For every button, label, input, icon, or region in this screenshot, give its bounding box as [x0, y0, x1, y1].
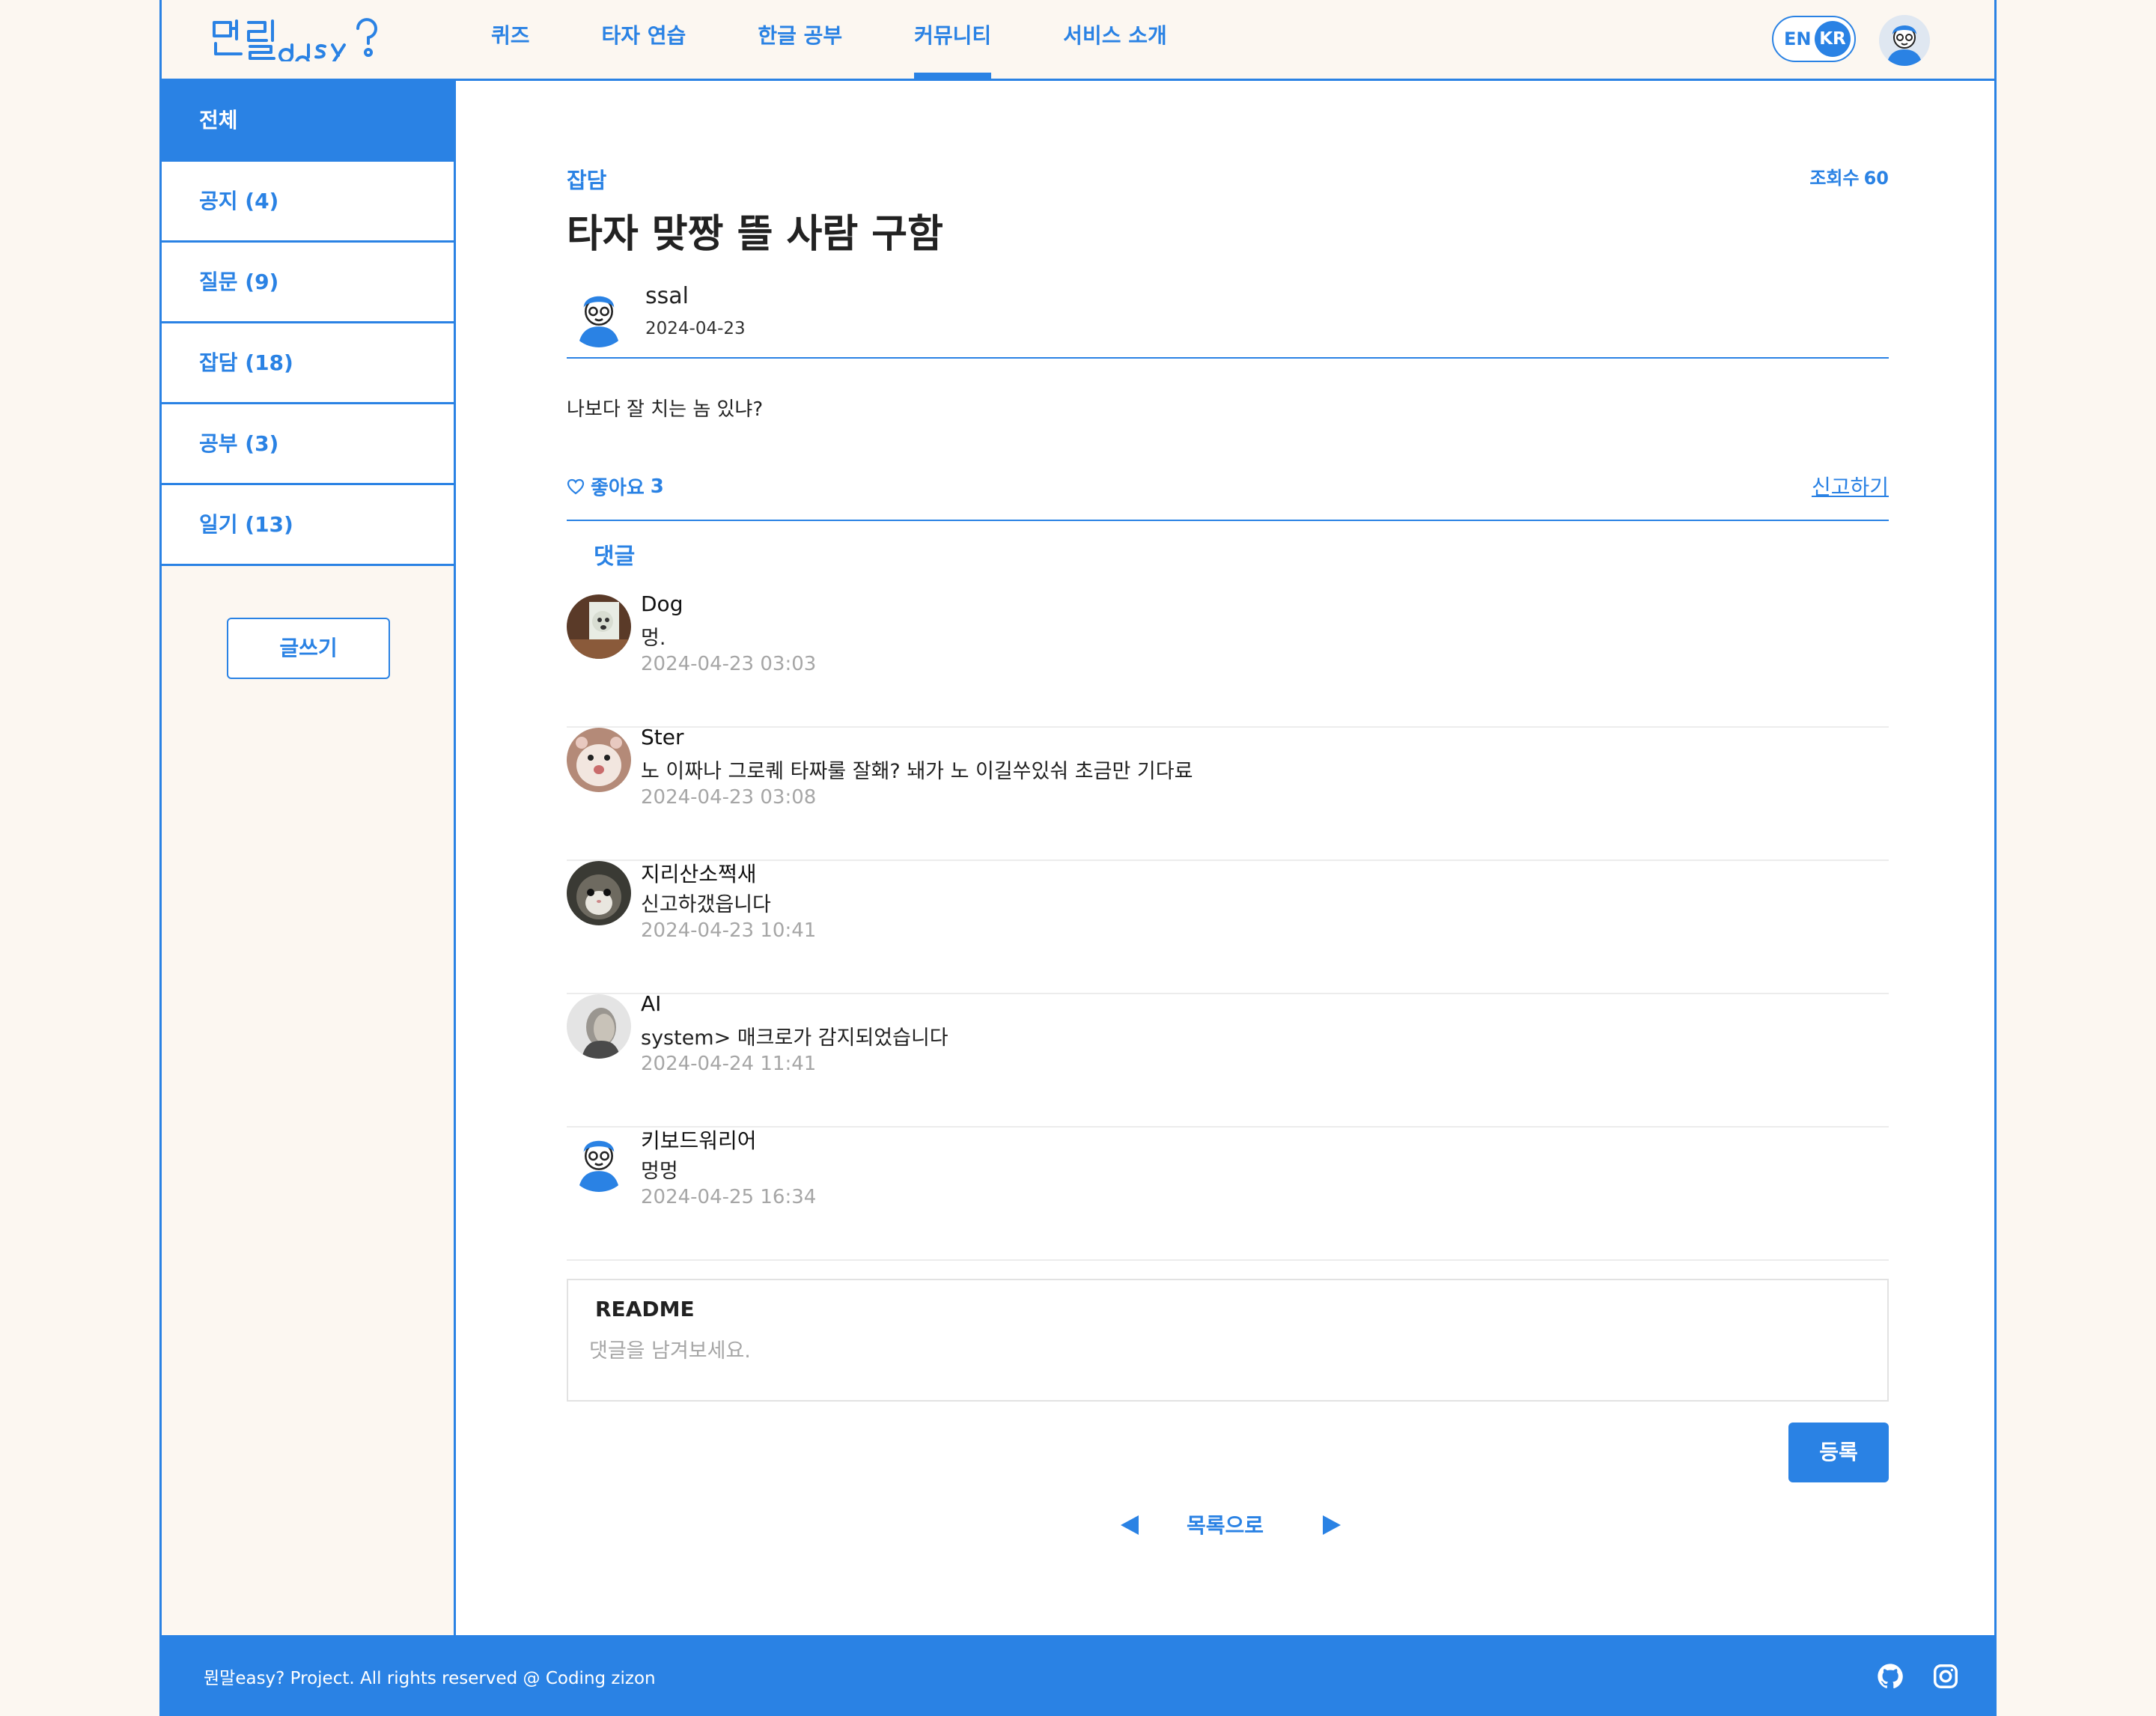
main-nav: 퀴즈 타자 연습 한글 공부 커뮤니티 서비스 소개	[491, 0, 1239, 79]
lang-kr-option[interactable]: KR	[1815, 21, 1851, 57]
nav-typing-practice[interactable]: 타자 연습	[602, 0, 686, 79]
author-avatar[interactable]	[567, 283, 631, 347]
next-post-icon[interactable]	[1323, 1515, 1341, 1535]
post-pager: 목록으로	[567, 1506, 1889, 1544]
comment-text: system> 매크로가 감지되었습니다	[641, 1026, 948, 1050]
category-sidebar: 전체 공지 (4) 질문 (9) 잡담 (18) 공부 (3) 일기 (13) …	[162, 81, 456, 1635]
nav-hangul-study[interactable]: 한글 공부	[758, 0, 842, 79]
mascot-icon	[567, 283, 631, 347]
comment-text: 멍.	[641, 627, 666, 650]
mascot-icon	[567, 1128, 631, 1192]
footer-copyright: 뭔말easy? Project. All rights reserved @ C…	[204, 1669, 656, 1688]
comment-item: 지리산소쩍새 신고하갰읍니다 2024-04-23 10:41	[567, 861, 1889, 994]
comment-text: 신고하갰읍니다	[641, 893, 771, 916]
comment-list: Dog 멍. 2024-04-23 03:03 Ster 노 이짜나 그로퀘 타…	[567, 591, 1889, 1261]
sidebar-item-all[interactable]: 전체	[162, 81, 454, 162]
comment-user[interactable]: Dog	[641, 591, 683, 616]
cat-avatar[interactable]	[567, 861, 631, 925]
write-post-button[interactable]: 글쓰기	[227, 618, 390, 679]
sidebar-item-study[interactable]: 공부 (3)	[162, 404, 454, 485]
post-detail: 잡담 조회수 60 타자 맞짱 뜰 사람 구함 ssal 2024-04-23 나…	[456, 81, 1994, 1635]
comment-text: 노 이짜나 그로퀘 타짜룰 잘홰? 놰가 노 이길쑤있숴 초금만 기다료	[641, 760, 1193, 783]
comment-user[interactable]: 키보드워리어	[641, 1125, 757, 1154]
mascot-avatar[interactable]	[567, 1128, 631, 1192]
sidebar-item-chat[interactable]: 잡담 (18)	[162, 323, 454, 404]
comment-item: AI system> 매크로가 감지되었습니다 2024-04-24 11:41	[567, 991, 1889, 1128]
comment-input[interactable]	[589, 1328, 1862, 1373]
author-name[interactable]: ssal	[645, 283, 689, 309]
like-button[interactable]: 좋아요 3	[567, 472, 664, 500]
language-toggle[interactable]: EN KR	[1772, 16, 1856, 62]
view-count: 조회수 60	[1809, 168, 1889, 189]
submit-comment-button[interactable]: 등록	[1788, 1423, 1889, 1482]
comment-date: 2024-04-24 11:41	[641, 1053, 817, 1075]
post-title: 타자 맞짱 뜰 사람 구함	[567, 212, 943, 257]
prev-post-icon[interactable]	[1121, 1515, 1139, 1535]
comment-text: 멍멍	[641, 1160, 678, 1183]
comment-item: Ster 노 이짜나 그로퀘 타짜룰 잘홰? 놰가 노 이길쑤있숴 초금만 기다…	[567, 725, 1889, 861]
comment-date: 2024-04-23 03:08	[641, 786, 817, 809]
sidebar-item-diary[interactable]: 일기 (13)	[162, 485, 454, 566]
hamster-avatar[interactable]	[567, 728, 631, 792]
heart-icon	[567, 478, 585, 494]
post-date: 2024-04-23	[645, 319, 746, 338]
comment-user[interactable]: AI	[641, 991, 661, 1016]
post-body: 나보다 잘 치는 놈 있냐?	[567, 398, 764, 421]
top-header: 퀴즈 타자 연습 한글 공부 커뮤니티 서비스 소개 EN KR	[162, 0, 1994, 81]
sidebar-item-question[interactable]: 질문 (9)	[162, 243, 454, 323]
comment-form: README	[567, 1279, 1889, 1402]
mascot-icon	[1879, 15, 1930, 66]
comment-date: 2024-04-25 16:34	[641, 1186, 817, 1208]
comments-heading: 댓글	[594, 544, 636, 570]
nav-community[interactable]: 커뮤니티	[914, 0, 992, 79]
person-avatar[interactable]	[567, 994, 631, 1059]
user-avatar[interactable]	[1879, 15, 1930, 66]
nav-service-intro[interactable]: 서비스 소개	[1063, 0, 1167, 79]
comment-item: 키보드워리어 멍멍 2024-04-25 16:34	[567, 1128, 1889, 1261]
comment-user[interactable]: Ster	[641, 725, 684, 749]
report-link[interactable]: 신고하기	[1812, 471, 1889, 501]
site-footer: 뭔말easy? Project. All rights reserved @ C…	[162, 1635, 1994, 1716]
comment-date: 2024-04-23 03:03	[641, 653, 817, 675]
dog-avatar[interactable]	[567, 594, 631, 659]
github-icon[interactable]	[1876, 1662, 1904, 1691]
sidebar-item-notice[interactable]: 공지 (4)	[162, 162, 454, 243]
instagram-icon[interactable]	[1931, 1662, 1960, 1691]
comment-user[interactable]: 지리산소쩍새	[641, 858, 757, 888]
comment-form-user: README	[595, 1297, 695, 1321]
page-frame: 퀴즈 타자 연습 한글 공부 커뮤니티 서비스 소개 EN KR 전체 공지 (…	[159, 0, 1997, 1716]
comment-date: 2024-04-23 10:41	[641, 919, 817, 942]
divider	[567, 520, 1889, 521]
comment-item: Dog 멍. 2024-04-23 03:03	[567, 591, 1889, 728]
nav-quiz[interactable]: 퀴즈	[491, 0, 530, 79]
back-to-list-link[interactable]: 목록으로	[1187, 1509, 1264, 1539]
lang-en-option[interactable]: EN	[1784, 28, 1811, 49]
post-category: 잡담	[567, 168, 607, 193]
brand-logo[interactable]	[211, 16, 404, 61]
divider	[567, 357, 1889, 359]
